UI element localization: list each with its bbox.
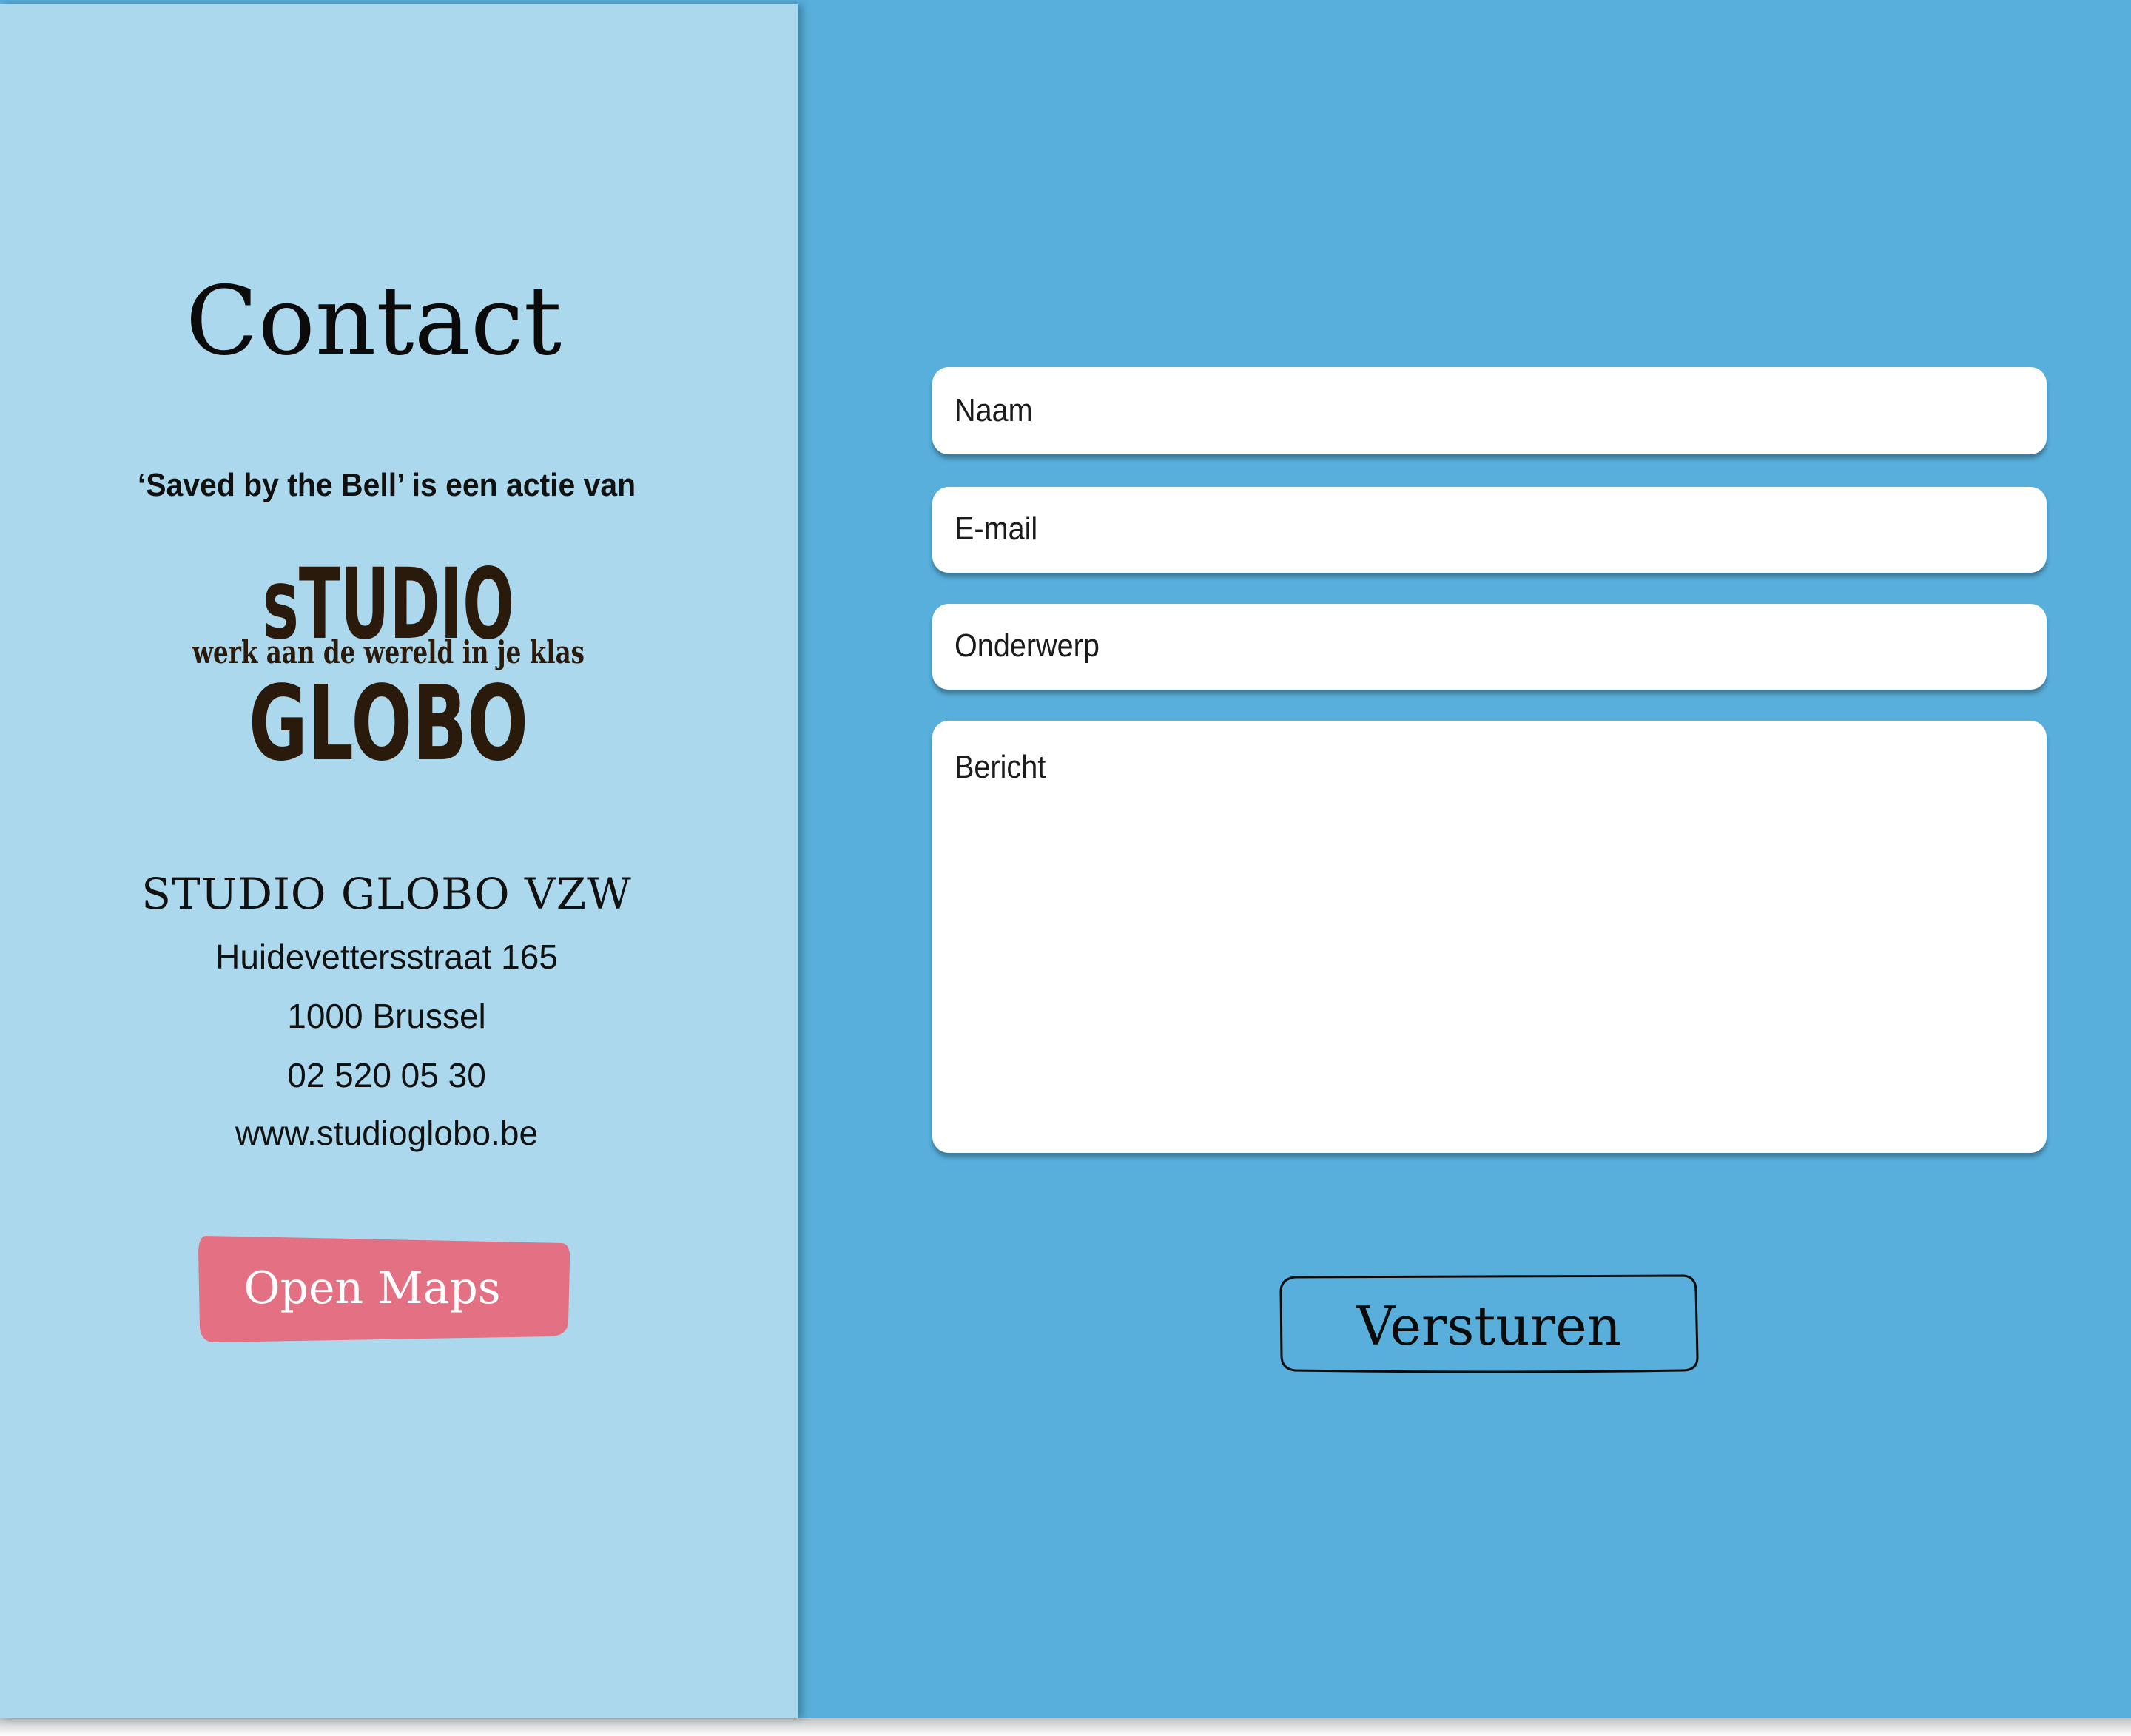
email-placeholder: E-mail	[955, 511, 1038, 547]
open-maps-button[interactable]: Open Maps	[198, 1233, 570, 1342]
studio-globo-logo: sTUDIO werk aan de wereld in je klas GLO…	[185, 543, 592, 787]
contact-info-panel: Contact ‘Saved by the Bell’ is een actie…	[0, 4, 798, 1718]
bottom-shadow	[0, 1718, 2131, 1736]
message-textarea[interactable]: Bericht	[932, 721, 2047, 1153]
open-maps-label: Open Maps	[243, 1262, 501, 1314]
subject-placeholder: Onderwerp	[955, 628, 1100, 664]
address-city: 1000 Brussel	[287, 997, 486, 1035]
email-field[interactable]: E-mail	[932, 487, 2047, 573]
name-field[interactable]: Naam	[932, 367, 2047, 454]
tagline: ‘Saved by the Bell’ is een actie van	[137, 467, 636, 503]
website-link[interactable]: www.studioglobo.be	[0, 1113, 773, 1153]
organization-name: STUDIO GLOBO VZW	[141, 869, 632, 919]
subject-field[interactable]: Onderwerp	[932, 604, 2047, 690]
address-street: Huidevettersstraat 165	[215, 938, 558, 976]
name-placeholder: Naam	[955, 392, 1033, 428]
message-placeholder: Bericht	[955, 749, 1046, 785]
submit-label: Versturen	[1356, 1295, 1622, 1357]
submit-button[interactable]: Versturen	[1279, 1274, 1699, 1375]
page-title: Contact	[185, 266, 562, 377]
phone-number: 02 520 05 30	[287, 1056, 486, 1094]
logo-bottom-word: GLOBO	[249, 664, 528, 784]
